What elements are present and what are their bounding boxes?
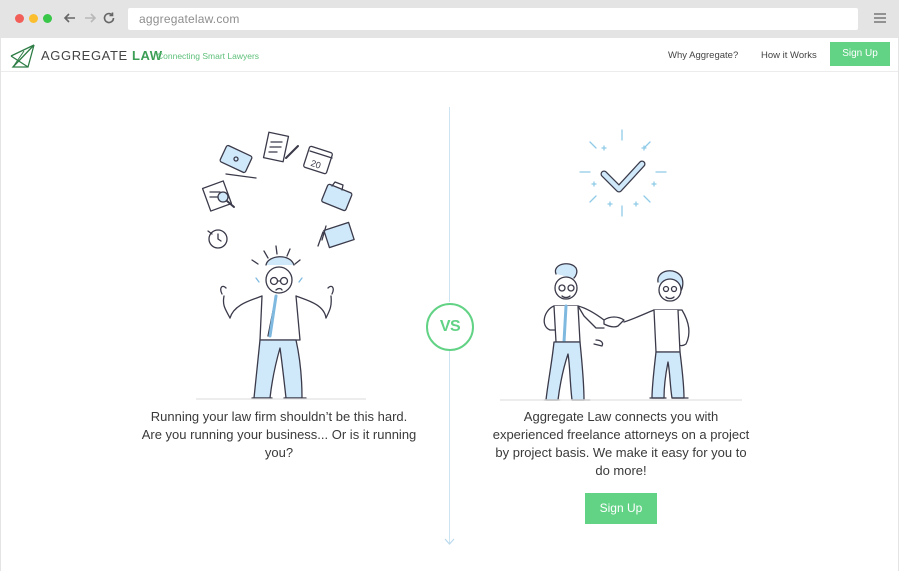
laptop-icon: [219, 144, 257, 179]
briefcase-icon: [321, 181, 353, 212]
center-divider: [449, 107, 450, 302]
browser-chrome: aggregatelaw.com: [0, 0, 899, 38]
logo-main: AGGREGATE: [41, 48, 132, 63]
hamburger-menu-icon[interactable]: [873, 11, 887, 25]
stopwatch-icon: [207, 229, 228, 249]
document-pen-icon: [262, 131, 299, 163]
nav-why-aggregate[interactable]: Why Aggregate?: [668, 50, 738, 61]
header-signup-button[interactable]: Sign Up: [830, 42, 890, 66]
logo-triangle-icon[interactable]: [10, 42, 37, 69]
forward-arrow-icon[interactable]: [81, 9, 99, 27]
vs-badge: VS: [426, 303, 474, 351]
handshake-illustration: [500, 129, 742, 401]
site-header: AGGREGATE LAW Connecting Smart Lawyers W…: [1, 38, 898, 72]
magnifier-document-icon: [201, 180, 235, 212]
logo-wordmark[interactable]: AGGREGATE LAW: [41, 48, 163, 63]
close-window-button[interactable]: [15, 14, 24, 23]
nav-how-it-works[interactable]: How it Works: [761, 50, 817, 61]
solution-text: Aggregate Law connects you with experien…: [492, 409, 750, 478]
arrow-down-icon: [444, 538, 455, 545]
calendar-icon: 20: [303, 145, 333, 175]
page: AGGREGATE LAW Connecting Smart Lawyers W…: [1, 38, 898, 571]
stressed-lawyer-illustration: 20: [196, 131, 366, 400]
center-divider: [449, 348, 450, 544]
reload-icon[interactable]: [100, 9, 118, 27]
problem-text: Running your law firm shouldn’t be this …: [141, 409, 417, 460]
address-bar[interactable]: aggregatelaw.com: [128, 8, 858, 30]
newspaper-icon: [317, 221, 355, 249]
tagline: Connecting Smart Lawyers: [157, 51, 260, 61]
checkmark-icon: [600, 160, 646, 193]
signup-button[interactable]: Sign Up: [585, 493, 657, 524]
maximize-window-button[interactable]: [43, 14, 52, 23]
back-arrow-icon[interactable]: [61, 9, 79, 27]
sparkle-icons: [579, 129, 667, 217]
minimize-window-button[interactable]: [29, 14, 38, 23]
